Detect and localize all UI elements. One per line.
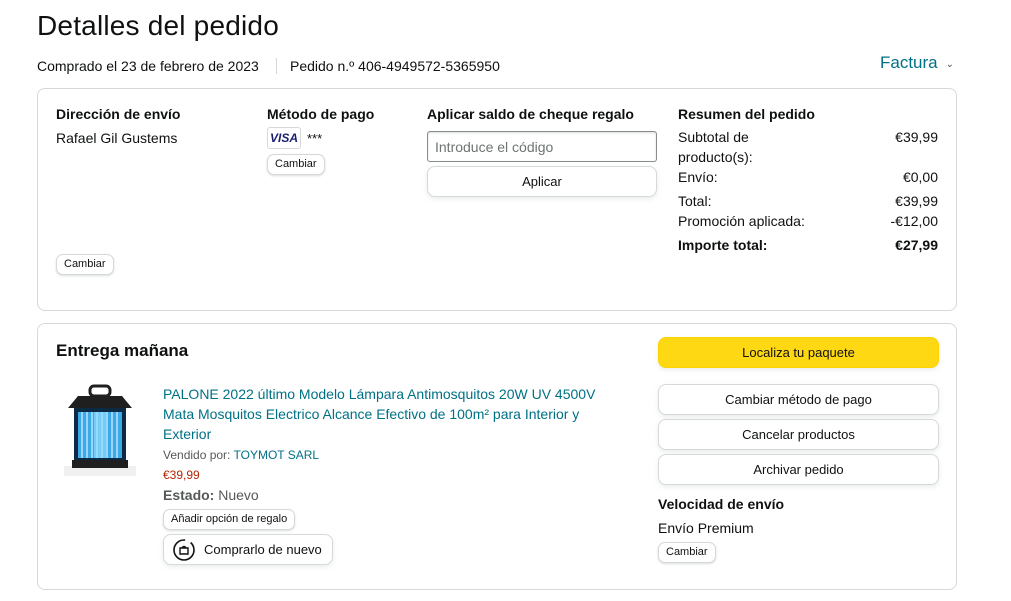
summary-row-grand-total: Importe total: €27,99 — [678, 235, 938, 255]
promo-label: Promoción aplicada: — [678, 213, 805, 229]
sold-by-label: Vendido por: — [163, 448, 231, 462]
meta-divider — [276, 58, 277, 74]
shipping-speed-heading: Velocidad de envío — [658, 496, 785, 512]
card-digits: *** — [307, 130, 323, 146]
sold-by: Vendido por: TOYMOT SARL — [163, 448, 319, 462]
mosquito-lamp-image — [64, 384, 136, 476]
visa-card-icon: VISA — [267, 127, 301, 149]
change-payment-method-button[interactable]: Cambiar método de pago — [658, 384, 939, 415]
shipping-name: Rafael Gil Gustems — [56, 130, 178, 146]
subtotal-value: €39,99 — [895, 129, 938, 145]
apply-gift-button[interactable]: Aplicar — [427, 166, 657, 197]
summary-row-shipping: Envío: €0,00 — [678, 167, 938, 187]
order-number: Pedido n.º 406-4949572-5365950 — [290, 58, 500, 74]
payment-card: VISA *** — [267, 127, 322, 149]
delivery-heading: Entrega mañana — [56, 341, 189, 360]
shipping-cost-label: Envío: — [678, 169, 718, 185]
payment-heading: Método de pago — [267, 106, 375, 122]
cancel-items-button[interactable]: Cancelar productos — [658, 419, 939, 450]
change-address-button[interactable]: Cambiar — [56, 254, 114, 275]
delivery-panel: Entrega mañana PALONE 2022 último Modelo… — [37, 323, 957, 590]
invoice-label: Factura — [880, 53, 938, 72]
summary-table: Subtotal de producto(s): €39,99 Envío: €… — [678, 127, 938, 255]
gift-heading: Aplicar saldo de cheque regalo — [427, 106, 634, 122]
product-image[interactable] — [60, 382, 140, 478]
product-condition: Estado: Nuevo — [163, 487, 259, 503]
add-gift-option-button[interactable]: Añadir opción de regalo — [163, 509, 296, 530]
total-label: Total: — [678, 193, 712, 209]
order-info-panel: Dirección de envío Rafael Gil Gustems Ca… — [37, 88, 957, 311]
purchase-date: Comprado el 23 de febrero de 2023 — [37, 58, 259, 74]
summary-row-promo: Promoción aplicada: -€12,00 — [678, 211, 938, 231]
total-value: €39,99 — [895, 193, 938, 209]
buy-again-icon — [172, 538, 196, 562]
product-title-link[interactable]: PALONE 2022 último Modelo Lámpara Antimo… — [163, 384, 618, 444]
condition-value: Nuevo — [218, 487, 259, 503]
shipping-heading: Dirección de envío — [56, 106, 181, 122]
change-shipping-speed-button[interactable]: Cambiar — [658, 542, 716, 563]
promo-value: -€12,00 — [890, 213, 938, 229]
archive-order-button[interactable]: Archivar pedido — [658, 454, 939, 485]
shipping-speed-value: Envío Premium — [658, 520, 754, 536]
track-package-button[interactable]: Localiza tu paquete — [658, 337, 939, 368]
gift-code-input[interactable] — [427, 131, 657, 162]
grand-total-label: Importe total: — [678, 237, 768, 253]
summary-heading: Resumen del pedido — [678, 106, 815, 122]
page-title: Detalles del pedido — [37, 10, 279, 41]
summary-row-subtotal: Subtotal de producto(s): €39,99 — [678, 127, 938, 167]
condition-label: Estado: — [163, 487, 215, 503]
invoice-dropdown[interactable]: Factura ⌄ — [880, 53, 954, 73]
grand-total-value: €27,99 — [895, 237, 938, 253]
buy-again-button[interactable]: Comprarlo de nuevo — [163, 534, 333, 565]
seller-link[interactable]: TOYMOT SARL — [234, 448, 320, 462]
product-price: €39,99 — [163, 468, 200, 482]
subtotal-label: Subtotal de producto(s): — [678, 129, 753, 165]
shipping-cost-value: €0,00 — [902, 169, 938, 185]
summary-row-total: Total: €39,99 — [678, 191, 938, 211]
chevron-down-icon: ⌄ — [945, 58, 955, 70]
buy-again-label: Comprarlo de nuevo — [204, 542, 322, 557]
change-payment-button[interactable]: Cambiar — [267, 154, 325, 175]
